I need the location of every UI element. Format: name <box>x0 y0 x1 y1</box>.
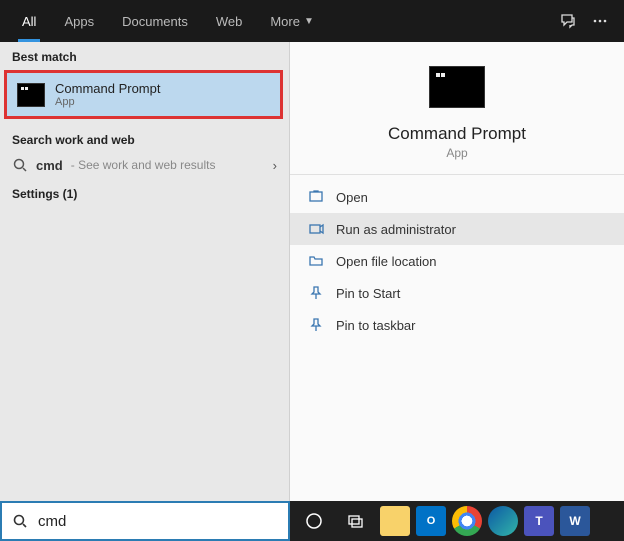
detail-subtitle: App <box>446 146 467 160</box>
taskbar-app-chrome[interactable] <box>452 506 482 536</box>
tab-label: All <box>22 14 36 29</box>
action-pin-to-start[interactable]: Pin to Start <box>290 277 624 309</box>
search-category-tabs: All Apps Documents Web More ▼ <box>0 0 624 42</box>
tab-label: Documents <box>122 14 188 29</box>
tab-documents[interactable]: Documents <box>108 0 202 42</box>
search-input[interactable] <box>38 513 278 530</box>
admin-icon <box>308 221 324 237</box>
action-label: Pin to taskbar <box>336 318 416 333</box>
more-options-icon[interactable] <box>584 5 616 37</box>
tab-web[interactable]: Web <box>202 0 257 42</box>
action-pin-to-taskbar[interactable]: Pin to taskbar <box>290 309 624 341</box>
cortana-button[interactable] <box>296 503 332 539</box>
taskbar: O T W <box>290 501 624 541</box>
search-web-heading: Search work and web <box>0 125 289 151</box>
taskbar-app-edge[interactable] <box>488 506 518 536</box>
settings-category[interactable]: Settings (1) <box>0 179 289 209</box>
chevron-right-icon: › <box>273 158 277 173</box>
search-term: cmd <box>36 158 63 173</box>
action-list: Open Run as administrator Open file loca… <box>290 175 624 341</box>
taskbar-app-word[interactable]: W <box>560 506 590 536</box>
best-match-heading: Best match <box>0 42 289 68</box>
tab-apps[interactable]: Apps <box>50 0 108 42</box>
pin-icon <box>308 317 324 333</box>
search-icon <box>12 157 28 173</box>
tab-label: More <box>270 14 300 29</box>
chevron-down-icon: ▼ <box>304 16 314 27</box>
detail-panel: Command Prompt App Open Run as administr… <box>290 42 624 501</box>
highlight-annotation: Command Prompt App <box>4 70 283 119</box>
action-label: Open <box>336 190 368 205</box>
taskbar-app-file-explorer[interactable] <box>380 506 410 536</box>
open-icon <box>308 189 324 205</box>
action-label: Open file location <box>336 254 436 269</box>
tab-label: Apps <box>64 14 94 29</box>
taskbar-app-teams[interactable]: T <box>524 506 554 536</box>
detail-title: Command Prompt <box>388 124 526 144</box>
web-search-result[interactable]: cmd - See work and web results › <box>0 151 289 179</box>
tab-all[interactable]: All <box>8 0 50 42</box>
action-run-as-administrator[interactable]: Run as administrator <box>290 213 624 245</box>
results-panel: Best match Command Prompt App Search wor… <box>0 42 290 501</box>
taskbar-app-outlook[interactable]: O <box>416 506 446 536</box>
tab-label: Web <box>216 14 243 29</box>
search-hint: - See work and web results <box>71 158 216 172</box>
best-match-result[interactable]: Command Prompt App <box>7 73 280 116</box>
feedback-icon[interactable] <box>552 5 584 37</box>
action-open-file-location[interactable]: Open file location <box>290 245 624 277</box>
folder-icon <box>308 253 324 269</box>
command-prompt-icon <box>429 66 485 108</box>
result-title: Command Prompt <box>55 81 160 96</box>
action-open[interactable]: Open <box>290 181 624 213</box>
search-box[interactable] <box>0 501 290 541</box>
task-view-button[interactable] <box>338 503 374 539</box>
action-label: Run as administrator <box>336 222 456 237</box>
tab-more[interactable]: More ▼ <box>256 0 328 42</box>
result-subtitle: App <box>55 96 160 108</box>
action-label: Pin to Start <box>336 286 400 301</box>
pin-icon <box>308 285 324 301</box>
search-icon <box>12 513 28 529</box>
command-prompt-icon <box>17 83 45 107</box>
